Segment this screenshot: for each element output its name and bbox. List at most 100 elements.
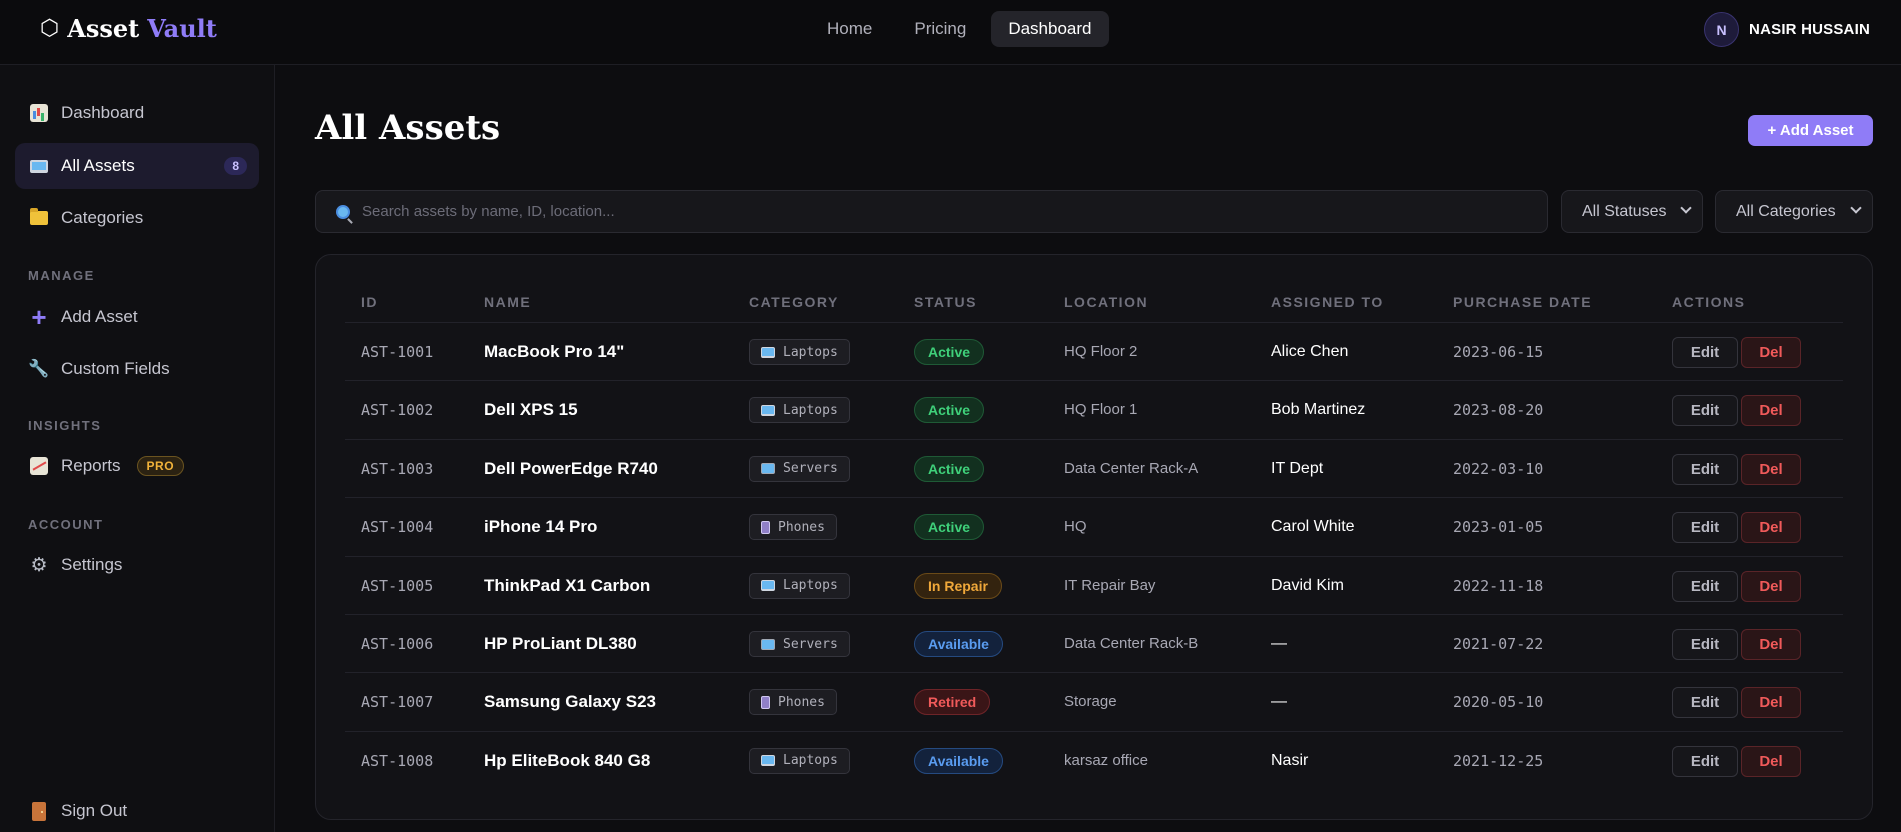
sidebar-item-label: Sign Out (61, 801, 128, 820)
category-tag: Servers (749, 631, 850, 657)
table-row[interactable]: AST-1005 ThinkPad X1 Carbon Laptops In Repa… (345, 555, 1843, 614)
asset-name: ThinkPad X1 Carbon (484, 575, 651, 595)
asset-name: Hp EliteBook 840 G8 (484, 750, 651, 770)
sidebar-item-all-assets[interactable]: All Assets 8 (15, 143, 259, 189)
asset-name: Dell XPS 15 (484, 400, 578, 420)
asset-id: AST-1007 (361, 693, 434, 712)
purchase-date: 2021-07-22 (1453, 635, 1544, 653)
gear-icon: ⚙ (30, 554, 48, 576)
status-badge: Active (914, 455, 985, 482)
door-icon (29, 801, 49, 821)
sidebar-item-dashboard[interactable]: Dashboard (15, 90, 259, 136)
section-heading-manage: MANAGE (28, 268, 95, 283)
asset-location: HQ (1064, 518, 1087, 536)
table-row[interactable]: AST-1001 MacBook Pro 14" Laptops Active HQ F… (345, 322, 1843, 380)
status-badge: Retired (914, 689, 991, 716)
asset-location: Data Center Rack-A (1064, 459, 1199, 477)
category-tag: Servers (749, 455, 850, 482)
purchase-date: 2023-01-05 (1453, 518, 1544, 537)
asset-name: Dell PowerEdge R740 (484, 458, 658, 478)
asset-location: Data Center Rack-B (1064, 635, 1199, 652)
asset-id: AST-1006 (361, 635, 434, 653)
purchase-date: 2023-08-20 (1453, 401, 1544, 420)
category-tag: Phones (749, 689, 837, 716)
edit-button[interactable]: Edit (1672, 570, 1738, 602)
category-tag: Laptops (749, 747, 850, 774)
status-badge: Active (914, 397, 985, 424)
sidebar-item-custom-fields[interactable]: 🔧 Custom Fields (15, 346, 259, 392)
status-badge: Available (914, 631, 1003, 657)
asset-name: iPhone 14 Pro (484, 517, 598, 537)
assigned-to: Carol White (1271, 518, 1355, 536)
server-icon (761, 463, 775, 475)
edit-button[interactable]: Edit (1672, 512, 1738, 544)
delete-button[interactable]: Del (1741, 629, 1801, 660)
column-header-purchase-date: PURCHASE DATE (1453, 294, 1593, 310)
delete-button[interactable]: Del (1741, 453, 1801, 485)
assigned-to: Nasir (1271, 751, 1309, 769)
sidebar-item-add-asset[interactable]: + Add Asset (15, 294, 259, 340)
nav-home[interactable]: Home (810, 11, 889, 47)
edit-button[interactable]: Edit (1672, 395, 1738, 427)
asset-id: AST-1008 (361, 751, 434, 770)
table-row[interactable]: AST-1002 Dell XPS 15 Laptops Active HQ Floor… (345, 380, 1843, 438)
category-label: Laptops (783, 753, 838, 769)
edit-button[interactable]: Edit (1672, 453, 1738, 485)
search-input[interactable] (362, 203, 1462, 220)
avatar[interactable]: N (1704, 12, 1740, 47)
asset-location: IT Repair Bay (1064, 576, 1156, 594)
assigned-to: IT Dept (1271, 459, 1324, 477)
nav-dashboard[interactable]: Dashboard (991, 11, 1109, 47)
delete-button[interactable]: Del (1741, 745, 1801, 777)
edit-button[interactable]: Edit (1672, 745, 1738, 777)
column-header-status: STATUS (914, 294, 977, 310)
nav-pricing[interactable]: Pricing (897, 11, 983, 47)
sidebar-item-settings[interactable]: ⚙ Settings (15, 542, 259, 588)
category-tag: Phones (749, 514, 837, 541)
sign-out-button[interactable]: Sign Out (15, 788, 259, 832)
table-row[interactable]: AST-1007 Samsung Galaxy S23 Phones Retired S… (345, 672, 1843, 730)
user-name[interactable]: NASIR HUSSAIN (1749, 21, 1870, 38)
sidebar-item-categories[interactable]: Categories (15, 195, 259, 241)
delete-button[interactable]: Del (1741, 337, 1801, 368)
delete-button[interactable]: Del (1741, 570, 1801, 602)
status-filter-select[interactable]: All Statuses (1561, 190, 1703, 233)
asset-location: karsaz office (1064, 751, 1148, 769)
table-row[interactable]: AST-1004 iPhone 14 Pro Phones Active HQ Carol… (345, 497, 1843, 555)
edit-button[interactable]: Edit (1672, 687, 1738, 719)
category-filter-value: All Categories (1736, 202, 1836, 220)
plus-icon: + (31, 302, 47, 332)
add-asset-button[interactable]: + Add Asset (1748, 115, 1873, 146)
table-row[interactable]: AST-1008 Hp EliteBook 840 G8 Laptops Availa… (345, 730, 1843, 789)
purchase-date: 2020-05-10 (1453, 693, 1544, 712)
delete-button[interactable]: Del (1741, 687, 1801, 719)
user-menu[interactable]: N NASIR HUSSAIN (1704, 12, 1870, 47)
asset-id: AST-1005 (361, 576, 434, 595)
status-filter-value: All Statuses (1582, 202, 1667, 220)
sidebar-item-reports[interactable]: Reports PRO (15, 443, 259, 489)
app-logo[interactable]: ⬡ Asset Vault (40, 14, 217, 43)
logo-word-vault: Vault (147, 14, 217, 43)
server-icon (761, 638, 775, 650)
category-filter-select[interactable]: All Categories (1715, 190, 1873, 233)
edit-button[interactable]: Edit (1672, 337, 1738, 368)
asset-location: HQ Floor 1 (1064, 401, 1138, 419)
chart-icon (29, 103, 49, 123)
table-row[interactable]: AST-1003 Dell PowerEdge R740 Servers Active… (345, 438, 1843, 497)
table-row[interactable]: AST-1006 HP ProLiant DL380 Servers Availabl… (345, 614, 1843, 672)
trend-chart-icon (29, 456, 49, 476)
delete-button[interactable]: Del (1741, 395, 1801, 427)
category-tag: Laptops (749, 572, 850, 599)
asset-location: HQ Floor 2 (1064, 343, 1138, 360)
wrench-icon: 🔧 (28, 359, 50, 378)
edit-button[interactable]: Edit (1672, 629, 1738, 660)
page-title: All Assets (315, 108, 501, 148)
phone-icon (761, 520, 770, 534)
delete-button[interactable]: Del (1741, 512, 1801, 544)
search-bar[interactable] (315, 190, 1548, 233)
chevron-down-icon (1680, 202, 1692, 214)
column-header-name: NAME (484, 294, 532, 310)
assigned-to: Alice Chen (1271, 343, 1349, 360)
section-heading-account: ACCOUNT (28, 517, 104, 532)
category-label: Servers (783, 636, 838, 652)
